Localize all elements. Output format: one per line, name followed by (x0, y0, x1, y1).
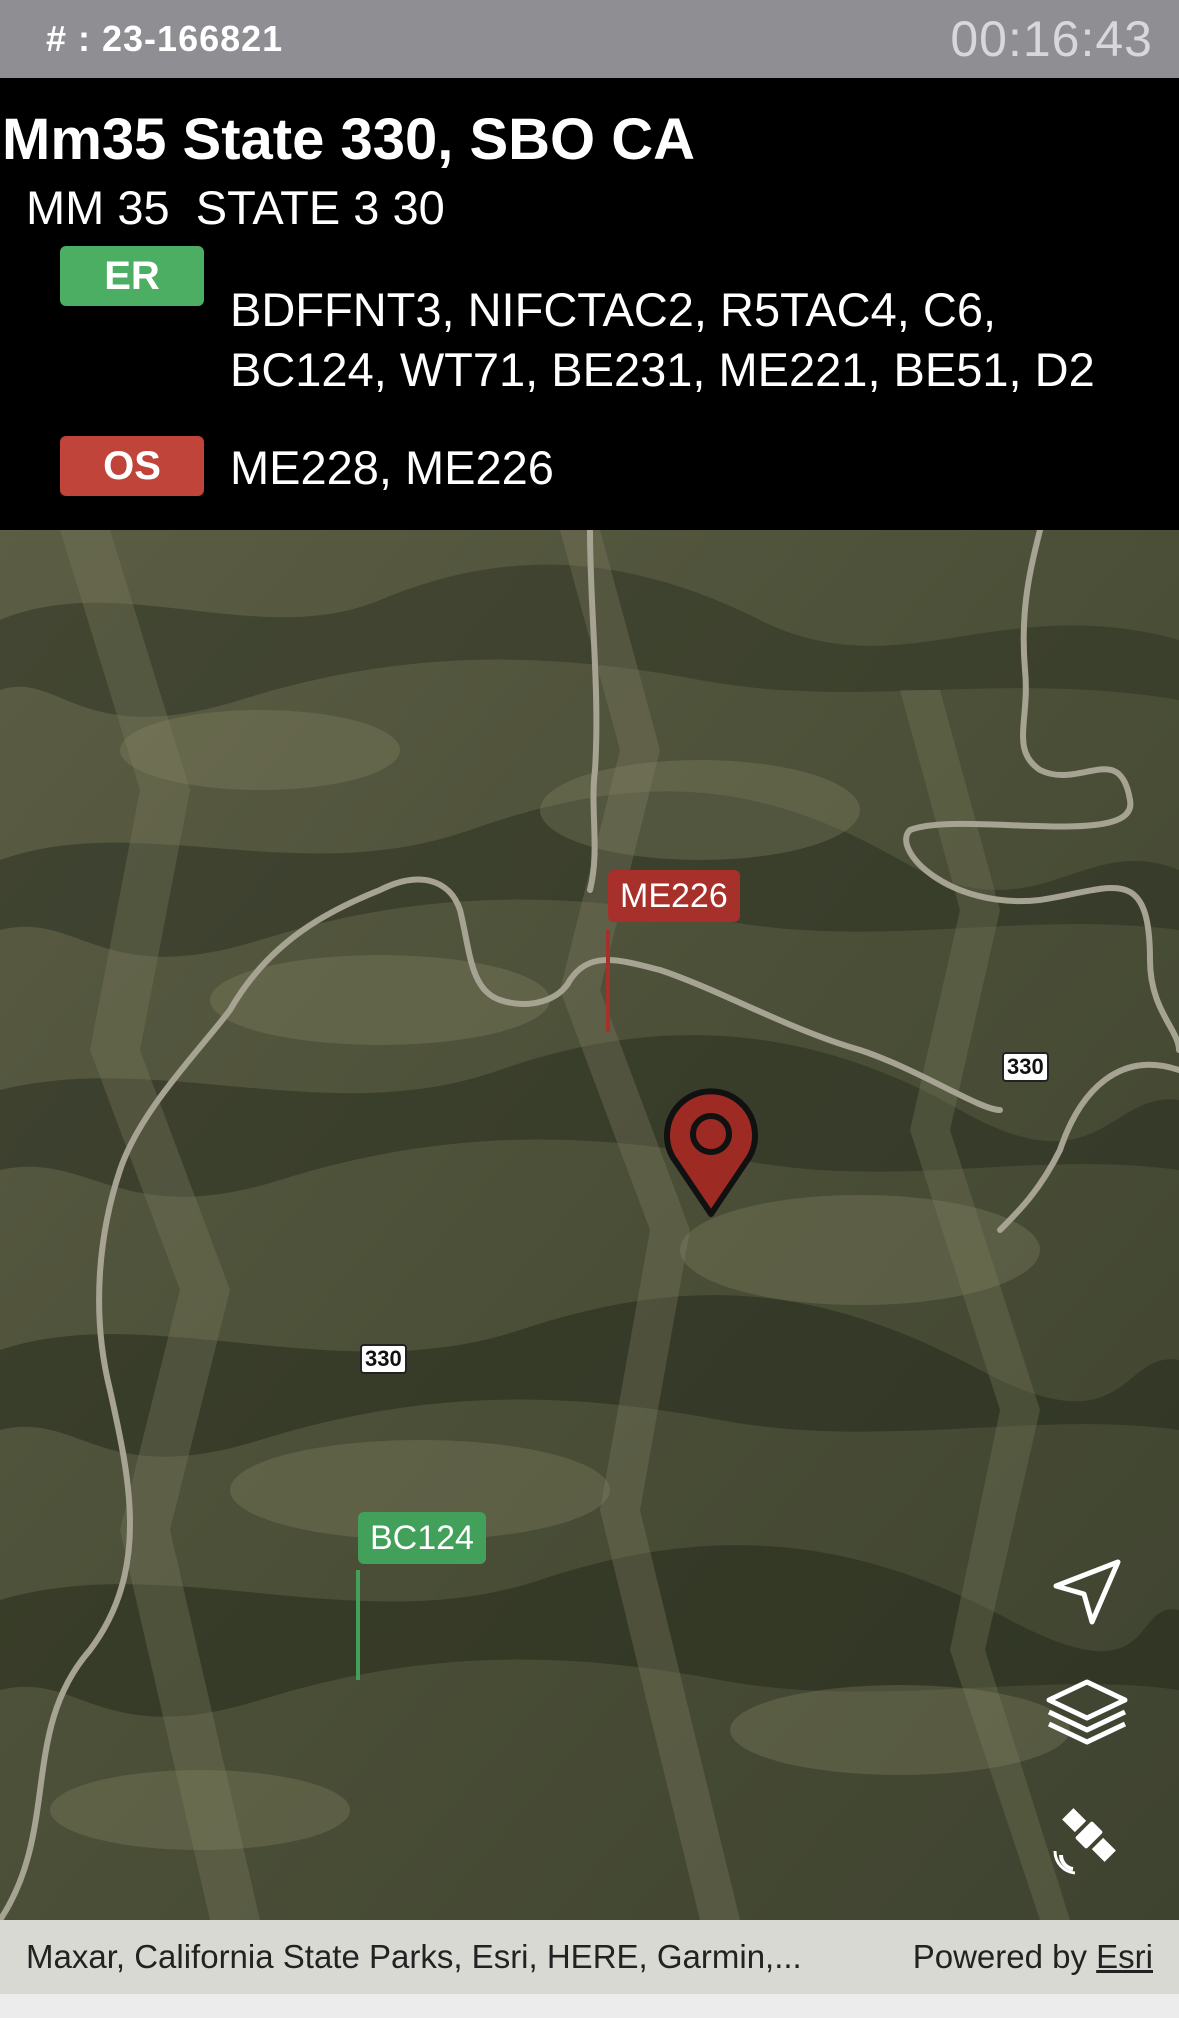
map-attribution: Maxar, California State Parks, Esri, HER… (0, 1920, 1179, 1994)
esri-link[interactable]: Esri (1096, 1938, 1153, 1975)
unit-flag-pole (606, 930, 610, 1032)
unit-flag-pole (356, 1570, 360, 1680)
powered-by: Powered by Esri (913, 1938, 1153, 1976)
incident-header: Mm35 State 330, SBO CA MM 35 STATE 3 30 … (0, 78, 1179, 530)
en-route-units: BDFFNT3, NIFCTAC2, R5TAC4, C6, BC124, WT… (230, 283, 1095, 396)
bottom-strip (0, 1994, 1179, 2018)
unit-flag-me226[interactable]: ME226 (608, 870, 740, 922)
locate-button[interactable] (1042, 1548, 1132, 1638)
map-view[interactable]: 330 330 ME226 BC124 (0, 530, 1179, 1920)
powered-by-label: Powered by (912, 1938, 1097, 1975)
elapsed-timer: 00:16:43 (950, 11, 1153, 67)
on-scene-row: OS ME228, ME226 (60, 436, 1130, 498)
unit-flag-bc124[interactable]: BC124 (358, 1512, 486, 1564)
highway-shield: 330 (1002, 1052, 1049, 1082)
highway-shield: 330 (360, 1344, 407, 1374)
on-scene-units: ME228, ME226 (230, 441, 554, 494)
map-pin-icon[interactable] (660, 1088, 762, 1220)
location-arrow-icon (1053, 1559, 1121, 1625)
location-subtitle: MM 35 STATE 3 30 (26, 181, 445, 234)
status-bar: # : 23-166821 00:16:43 (0, 0, 1179, 78)
satellite-icon (1053, 1808, 1116, 1875)
en-route-row: ER BDFFNT3, NIFCTAC2, R5TAC4, C6, BC124,… (60, 246, 1130, 400)
satellite-imagery (0, 530, 1179, 1920)
en-route-badge: ER (60, 246, 204, 306)
layers-button[interactable] (1042, 1666, 1132, 1756)
location-title: Mm35 State 330, SBO CA (2, 107, 696, 172)
incident-number: # : 23-166821 (46, 18, 284, 59)
basemap-button[interactable] (1042, 1792, 1132, 1882)
attribution-text[interactable]: Maxar, California State Parks, Esri, HER… (26, 1938, 866, 1976)
layers-icon (1046, 1679, 1128, 1745)
on-scene-badge: OS (60, 436, 204, 496)
